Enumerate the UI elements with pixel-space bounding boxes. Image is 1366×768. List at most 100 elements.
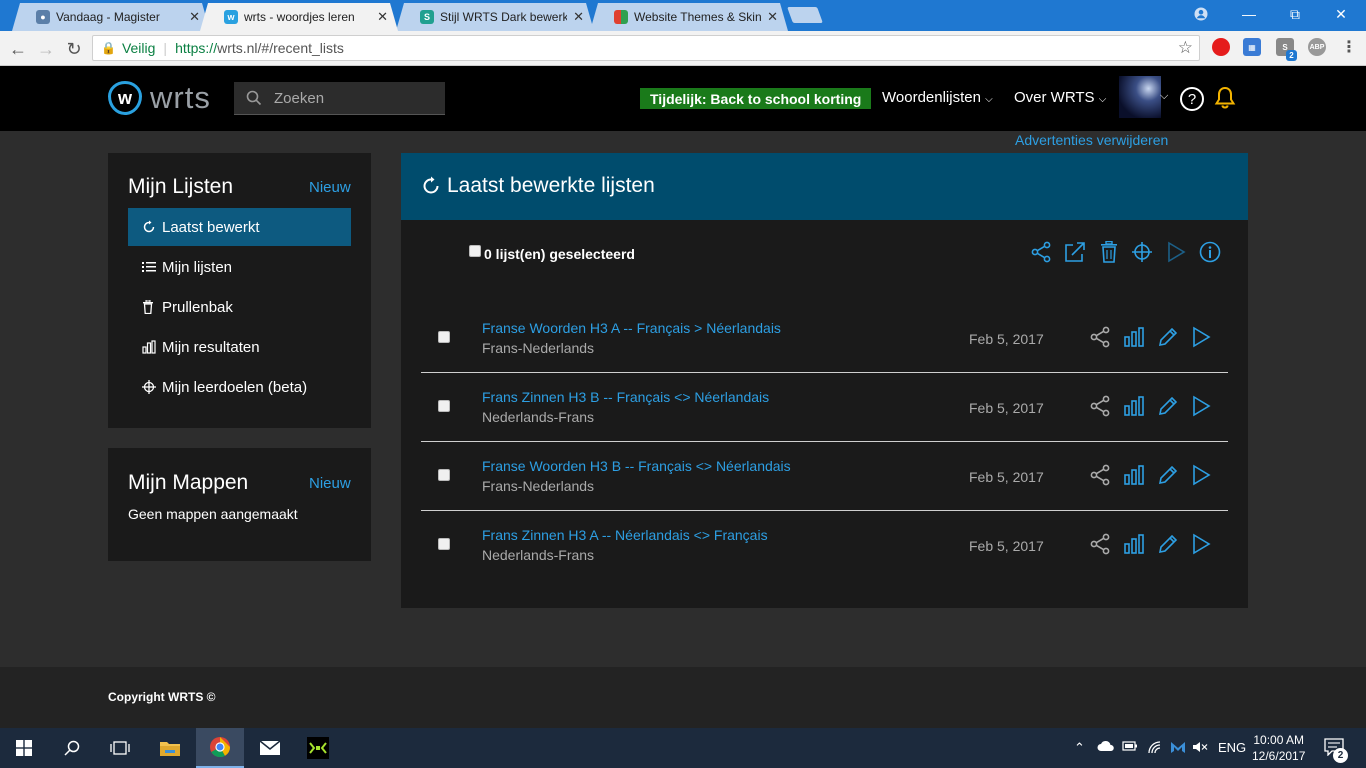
trash-icon[interactable] [1097, 240, 1121, 264]
profile-icon[interactable] [1178, 0, 1224, 28]
reload-icon[interactable]: ↻ [62, 37, 86, 61]
share-icon[interactable] [1088, 532, 1112, 556]
new-tab-button[interactable] [787, 7, 823, 23]
list-title-link[interactable]: Franse Woorden H3 A -- Français > Néerla… [482, 320, 781, 336]
browser-tab-magister[interactable]: ● Vandaag - Magister ✕ [12, 3, 210, 31]
page-title-text: Laatst bewerkte lijsten [447, 174, 655, 197]
site-header: w wrts Tijdelijk: Back to school korting… [0, 66, 1366, 131]
play-icon[interactable] [1189, 325, 1213, 349]
adblock-icon[interactable]: ABP [1308, 38, 1326, 56]
pencil-icon[interactable] [1156, 325, 1180, 349]
battery-icon[interactable] [1122, 740, 1138, 752]
list-languages: Nederlands-Frans [482, 409, 595, 425]
menu-dots-icon[interactable]: ⋮ [1340, 38, 1358, 56]
row-checkbox[interactable] [438, 331, 450, 343]
address-bar[interactable]: 🔒 Veilig | https:// wrts.nl/#/recent_lis… [92, 35, 1200, 61]
sidebar-item-mijn-leerdoelen[interactable]: Mijn leerdoelen (beta) [128, 368, 351, 406]
extension-red-icon[interactable] [1212, 38, 1230, 56]
bell-icon[interactable] [1214, 86, 1236, 110]
bar-chart-icon[interactable] [1122, 394, 1146, 418]
sidebar-item-prullenbak[interactable]: Prullenbak [128, 288, 351, 326]
minimize-icon[interactable]: — [1226, 0, 1272, 28]
wrts-logo[interactable]: w wrts [108, 80, 211, 116]
play-icon[interactable] [1189, 532, 1213, 556]
cloud-icon[interactable] [1097, 740, 1115, 752]
app-icon[interactable] [294, 728, 342, 768]
row-checkbox[interactable] [438, 538, 450, 550]
play-icon[interactable] [1164, 240, 1188, 264]
list-title-link[interactable]: Frans Zinnen H3 B -- Français <> Néerlan… [482, 389, 769, 405]
no-folders-text: Geen mappen aangemaakt [128, 506, 298, 522]
nav-over-wrts[interactable]: Over WRTS ⌵ [1014, 89, 1106, 106]
bar-chart-icon[interactable] [1122, 325, 1146, 349]
search-icon[interactable] [48, 728, 96, 768]
bookmark-star-icon[interactable]: ☆ [1178, 38, 1193, 58]
pencil-icon[interactable] [1156, 394, 1180, 418]
url-scheme: https:// [175, 40, 218, 56]
bar-chart-icon[interactable] [1122, 532, 1146, 556]
list-languages: Frans-Nederlands [482, 478, 595, 494]
new-list-link[interactable]: Nieuw [309, 179, 351, 196]
list-date: Feb 5, 2017 [969, 538, 1044, 554]
back-icon[interactable]: ← [6, 37, 30, 61]
chevron-down-icon: ⌵ [1098, 94, 1107, 105]
stylish-icon: S [420, 10, 434, 24]
refresh-icon [142, 220, 162, 234]
restore-icon[interactable]: ⧉ [1272, 0, 1318, 28]
play-icon[interactable] [1189, 463, 1213, 487]
promo-badge[interactable]: Tijdelijk: Back to school korting [640, 88, 872, 109]
pencil-icon[interactable] [1156, 532, 1180, 556]
target-icon[interactable] [1130, 240, 1154, 264]
tab-title: Stijl WRTS Dark bewerken [440, 10, 568, 24]
trash-icon [142, 300, 162, 314]
chevron-down-icon[interactable]: ⌵ [1160, 90, 1168, 103]
row-checkbox[interactable] [438, 400, 450, 412]
wifi-icon[interactable] [1147, 740, 1163, 754]
remove-ads-link[interactable]: Advertenties verwijderen [1015, 132, 1168, 148]
extension-grid-icon[interactable]: ▦ [1243, 38, 1261, 56]
close-icon[interactable]: ✕ [189, 9, 200, 25]
list-title-link[interactable]: Franse Woorden H3 B -- Français <> Néerl… [482, 458, 791, 474]
nav-woordenlijsten[interactable]: Woordenlijsten ⌵ [882, 89, 993, 106]
close-icon[interactable]: ✕ [377, 9, 388, 25]
volume-muted-icon[interactable] [1192, 740, 1208, 754]
pencil-icon[interactable] [1156, 463, 1180, 487]
help-icon[interactable]: ? [1180, 87, 1204, 111]
browser-tab-stylish[interactable]: S Stijl WRTS Dark bewerken ✕ [396, 3, 594, 31]
browser-tab-wrts[interactable]: w wrts - woordjes leren ✕ [200, 3, 398, 31]
extension-badge: 2 [1286, 50, 1297, 61]
chevron-up-icon[interactable]: ⌃ [1074, 740, 1085, 756]
share-icon[interactable] [1088, 463, 1112, 487]
search-input[interactable] [274, 89, 434, 107]
forward-icon[interactable]: → [34, 37, 58, 61]
chrome-icon[interactable] [196, 728, 244, 768]
sidebar-item-mijn-resultaten[interactable]: Mijn resultaten [128, 328, 351, 366]
share-icon[interactable] [1088, 394, 1112, 418]
windows-start-icon[interactable] [0, 728, 48, 768]
list-title-link[interactable]: Frans Zinnen H3 A -- Néerlandais <> Fran… [482, 527, 768, 543]
search-box[interactable] [234, 82, 445, 115]
share-icon[interactable] [1029, 240, 1053, 264]
mail-icon[interactable] [246, 728, 294, 768]
close-icon[interactable]: ✕ [573, 9, 584, 25]
sidebar-item-mijn-lijsten[interactable]: Mijn lijsten [128, 248, 351, 286]
themes-icon [614, 10, 628, 24]
export-icon[interactable] [1063, 240, 1087, 264]
row-checkbox[interactable] [438, 469, 450, 481]
file-explorer-icon[interactable] [146, 728, 194, 768]
close-window-icon[interactable]: ✕ [1318, 0, 1364, 28]
bar-chart-icon[interactable] [1122, 463, 1146, 487]
play-icon[interactable] [1189, 394, 1213, 418]
language-indicator[interactable]: ENG [1218, 740, 1246, 755]
close-icon[interactable]: ✕ [767, 9, 778, 25]
share-icon[interactable] [1088, 325, 1112, 349]
info-icon[interactable] [1198, 240, 1222, 264]
select-all-checkbox[interactable] [469, 245, 481, 257]
new-folder-link[interactable]: Nieuw [309, 475, 351, 492]
task-view-icon[interactable] [96, 728, 144, 768]
malwarebytes-icon[interactable] [1170, 740, 1186, 754]
browser-tab-themes[interactable]: Website Themes & Skins ✕ [590, 3, 788, 31]
avatar[interactable] [1119, 76, 1161, 118]
sidebar-item-laatst-bewerkt[interactable]: Laatst bewerkt [128, 208, 351, 246]
taskbar-clock[interactable]: 10:00 AM 12/6/2017 [1252, 732, 1305, 764]
